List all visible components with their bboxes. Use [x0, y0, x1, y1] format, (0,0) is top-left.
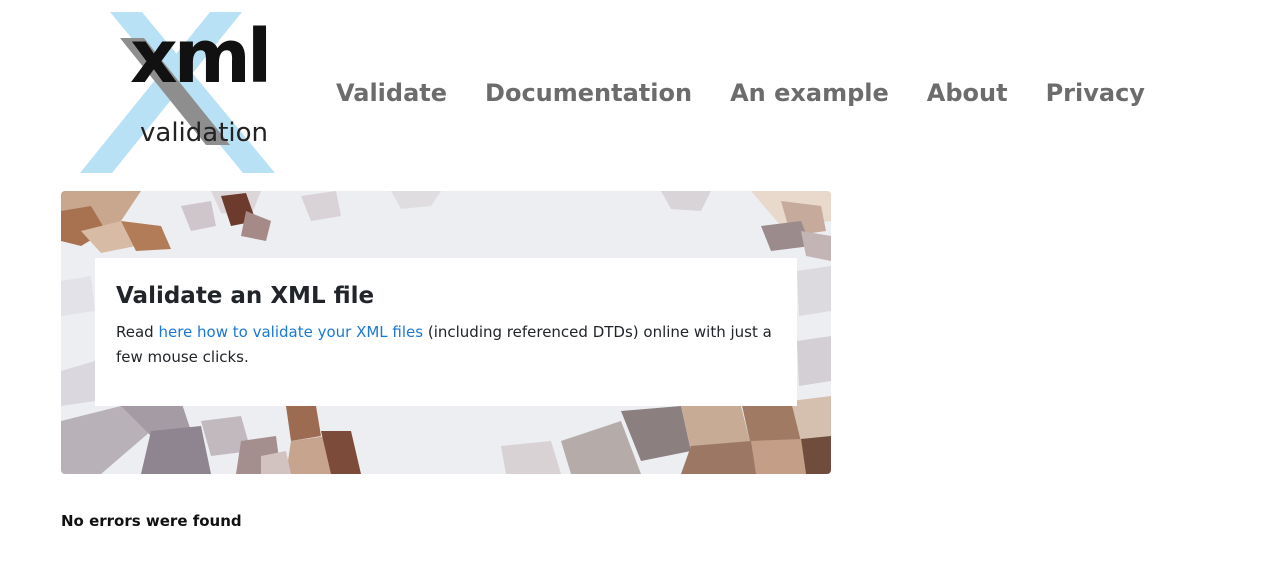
nav-an-example[interactable]: An example [730, 76, 889, 110]
nav-validate[interactable]: Validate [336, 76, 447, 110]
main-nav: Validate Documentation An example About … [336, 76, 1183, 110]
hero-card: Validate an XML file Read here how to va… [95, 258, 797, 406]
hero-title: Validate an XML file [116, 283, 375, 309]
site-logo[interactable]: xml validation [80, 10, 295, 175]
logo-xml-text: xml [130, 14, 272, 100]
nav-about[interactable]: About [927, 76, 1008, 110]
validation-result-message: No errors were found [61, 512, 242, 530]
hero-how-to-link[interactable]: here how to validate your XML files [158, 323, 423, 341]
nav-privacy[interactable]: Privacy [1046, 76, 1145, 110]
nav-documentation[interactable]: Documentation [485, 76, 692, 110]
hero-text: Read here how to validate your XML files… [116, 320, 776, 370]
hero-text-before: Read [116, 323, 159, 341]
logo-validation-text: validation [140, 118, 269, 148]
hero-banner: Validate an XML file Read here how to va… [61, 191, 831, 474]
